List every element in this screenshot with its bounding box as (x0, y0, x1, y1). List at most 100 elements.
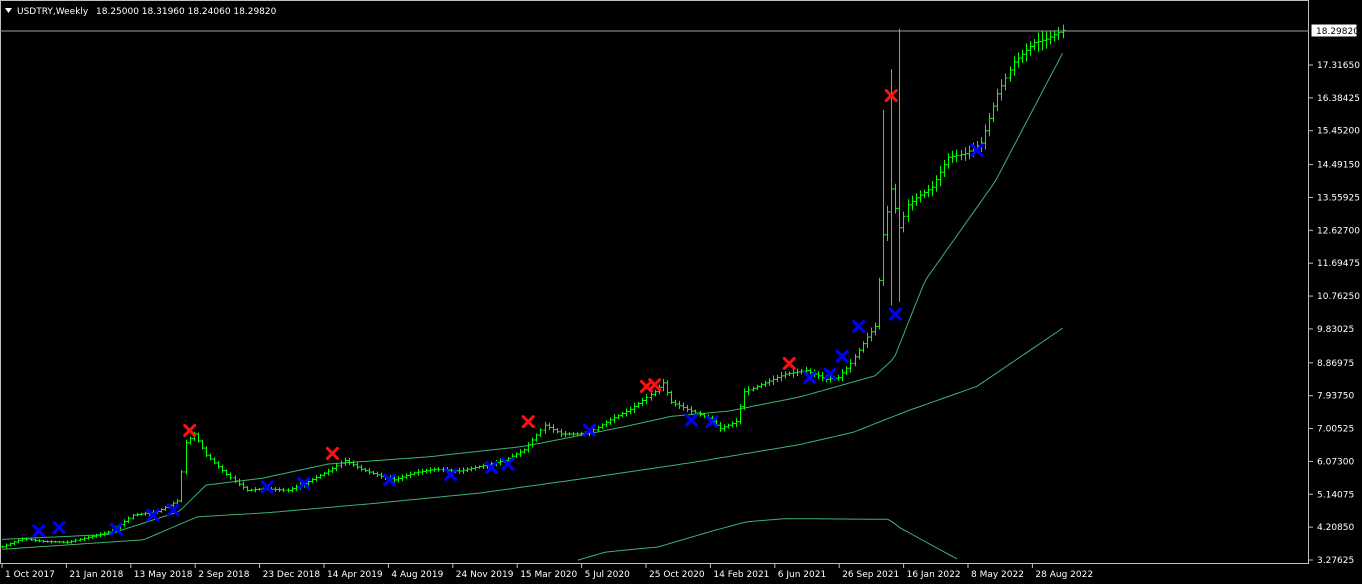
plot-area[interactable] (0, 0, 1309, 564)
y-tick-label: 10.76250 (1317, 292, 1360, 302)
ohlc-bar (689, 406, 694, 415)
ohlc-bar (139, 512, 144, 516)
x-tick-label: 25 Oct 2020 (649, 570, 705, 580)
ohlc-bar (677, 400, 682, 410)
ohlc-bar (612, 414, 617, 424)
y-tick-label: 14.49150 (1317, 161, 1360, 171)
ohlc-bar (343, 457, 348, 467)
ohlc-bar (220, 464, 225, 473)
ohlc-bar (534, 433, 539, 442)
ohlc-bar (673, 399, 678, 407)
ohlc-bar (906, 199, 911, 222)
y-tick-label: 8.86975 (1317, 359, 1354, 369)
ohlc-bar (954, 149, 959, 163)
ohlc-bar (718, 422, 723, 432)
ohlc-bar (1028, 41, 1033, 56)
y-tick-label: 4.20850 (1317, 523, 1354, 533)
ohlc-bar (653, 389, 658, 397)
ohlc-bar (848, 359, 853, 373)
ohlc-bar (363, 468, 368, 472)
ohlc-bar (636, 401, 641, 408)
ohlc-bar (836, 375, 841, 381)
ohlc-bar (1044, 30, 1049, 49)
buy-marker (888, 307, 902, 321)
ohlc-bar (799, 368, 804, 375)
chart-header: USDTRY,Weekly 18.25000 18.31960 18.24060… (5, 7, 277, 17)
ohlc-bar (33, 538, 38, 542)
ohlc-bar (208, 453, 213, 461)
ohlc-bar (179, 470, 184, 503)
ohlc-bar (457, 467, 462, 474)
buy-marker (32, 524, 46, 538)
ohlc-bar (857, 347, 862, 360)
buy-marker (260, 480, 274, 494)
x-tick-label: 13 May 2018 (134, 570, 193, 580)
ohlc-bar (1052, 30, 1057, 42)
ma-mid-line (1, 52, 1063, 540)
plot-border (0, 0, 1309, 564)
x-tick-label: 5 Jul 2020 (585, 570, 630, 580)
ohlc-bars (0, 24, 1066, 549)
ma-band-line (577, 518, 958, 561)
ohlc-bar (518, 449, 523, 457)
ohlc-bar (538, 428, 543, 437)
ohlc-bar (795, 368, 800, 377)
ohlc-bar (722, 424, 727, 432)
buy-marker (803, 371, 817, 385)
ohlc-bar (547, 422, 552, 431)
ohlc-bar (4, 543, 9, 549)
ohlc-bar (632, 402, 637, 413)
ohlc-bar (730, 421, 735, 428)
ohlc-bar (665, 380, 670, 396)
ohlc-bar (926, 185, 931, 198)
y-tick-label: 9.83025 (1317, 325, 1354, 335)
price-axis[interactable]: 17.31650 16.38425 15.45200 14.49150 13.55925… (1309, 61, 1360, 566)
ohlc-bar (942, 159, 947, 178)
ohlc-bar (367, 468, 372, 475)
ohlc-bar (371, 470, 376, 475)
ohlc-bar (0, 545, 5, 548)
ohlc-bar (49, 539, 54, 544)
buy-marker (835, 349, 849, 363)
ohlc-bar (1020, 49, 1025, 63)
x-tick-label: 15 Mar 2020 (520, 570, 577, 580)
ohlc-bar (69, 539, 74, 544)
buy-marker (444, 468, 458, 482)
ohlc-bar (188, 436, 193, 445)
x-tick-label: 26 Sep 2021 (842, 570, 899, 580)
buy-marker (684, 413, 698, 427)
moving-averages (1, 52, 1063, 561)
y-tick-label: 15.45200 (1317, 127, 1360, 137)
ohlc-bar (934, 175, 939, 192)
sell-marker (648, 378, 662, 392)
ohlc-bar (465, 467, 470, 473)
triangle-down-icon[interactable] (5, 8, 12, 13)
y-tick-label: 5.14075 (1317, 490, 1354, 500)
ohlc-bar (126, 516, 131, 524)
ohlc-bar (571, 431, 576, 437)
ohlc-bar (436, 467, 441, 472)
ohlc-bar (783, 371, 788, 379)
ohlc-bar (224, 469, 229, 476)
ohlc-bar (286, 488, 291, 493)
ohlc-bar (853, 353, 858, 367)
x-tick-label: 2 Sep 2018 (198, 570, 250, 580)
ohlc-bar (326, 468, 331, 476)
ohlc-bar (930, 180, 935, 197)
ohlc-bar (245, 485, 250, 492)
ohlc-bar (640, 397, 645, 407)
ohlc-bar (375, 471, 380, 477)
ohlc-bar (204, 446, 209, 457)
ohlc-bar (416, 469, 421, 476)
sell-marker (782, 356, 796, 370)
ohlc-bar (938, 165, 943, 187)
ohlc-bar (755, 384, 760, 390)
ohlc-bar (347, 458, 352, 465)
ohlc-bar (885, 205, 890, 242)
ohlc-bar (379, 472, 384, 479)
time-axis[interactable]: 1 Oct 2017 21 Jan 2018 13 May 2018 2 Sep 20… (1, 564, 1093, 580)
ohlc-bar (65, 540, 70, 545)
price-chart[interactable]: USDTRY,Weekly 18.25000 18.31960 18.24060… (0, 0, 1362, 584)
ohlc-bar (249, 488, 254, 492)
ohlc-bar (45, 540, 50, 543)
